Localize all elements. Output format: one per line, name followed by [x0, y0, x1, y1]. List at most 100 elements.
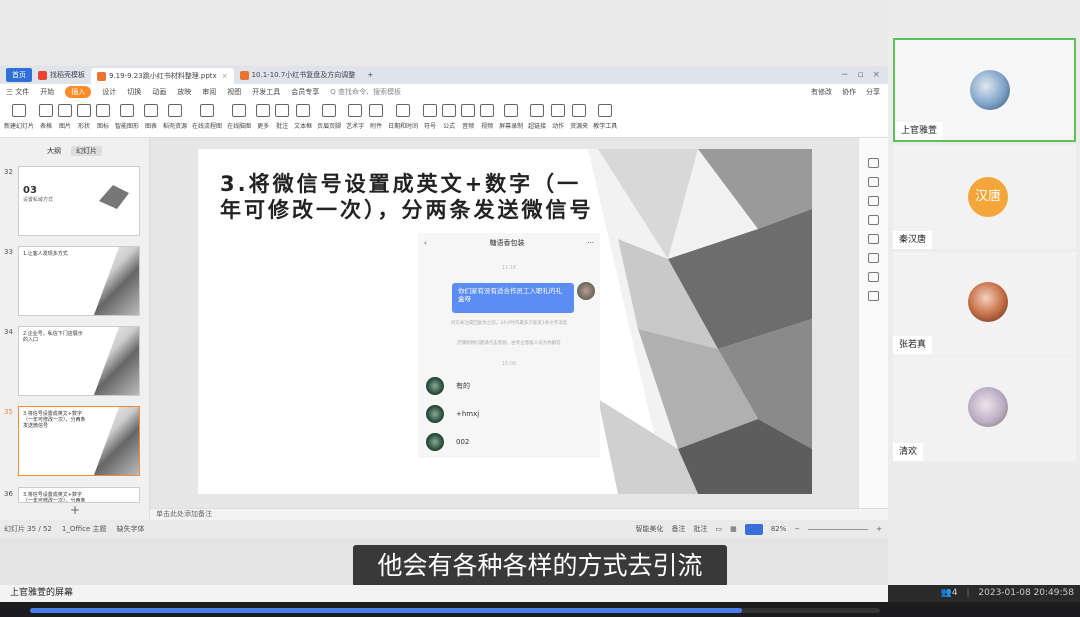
toolbar-item[interactable]: 更多	[256, 104, 271, 130]
grid-view-icon[interactable]: ▦	[730, 525, 737, 533]
menu-insert[interactable]: 插入	[65, 86, 92, 98]
toolbar-item[interactable]: 批注	[275, 104, 290, 130]
toolbar-item[interactable]: 图片	[58, 104, 73, 130]
toolbar-item[interactable]: 图标	[96, 104, 111, 130]
new-tab-button[interactable]: +	[361, 68, 379, 82]
slide-thumbnail-35[interactable]: 3.将信号设置成英文+数字（一年可修改一次），分两条发送微信号	[18, 406, 140, 476]
property-icon[interactable]	[868, 158, 879, 168]
toolbar-item[interactable]: 在线脑图	[227, 104, 251, 130]
toolbar-item[interactable]: 页眉页脚	[317, 104, 341, 130]
toolbar-item[interactable]: 日期和时间	[388, 104, 418, 130]
toolbar-item[interactable]: 稻壳资源	[163, 104, 187, 130]
toolbar-item[interactable]: 图表	[144, 104, 159, 130]
tab-slides[interactable]: 幻灯片	[71, 146, 102, 156]
toolbar-item[interactable]: 资源夹	[570, 104, 588, 130]
normal-view-icon[interactable]: ▭	[715, 525, 722, 533]
meeting-datetime: 2023-01-08 20:49:58	[978, 588, 1074, 598]
participant-tile[interactable]: 汉唐 秦汉唐	[893, 145, 1076, 249]
toolbar-item[interactable]: 智能图形	[115, 104, 139, 130]
menu-member[interactable]: 会员专享	[291, 87, 319, 97]
zoom-out-icon[interactable]: −	[794, 525, 800, 533]
location-icon[interactable]	[868, 253, 879, 263]
tab-outline[interactable]: 大纲	[47, 146, 61, 156]
menu-review[interactable]: 审阅	[202, 87, 216, 97]
toolbar-icon	[200, 104, 215, 117]
close-tab-icon[interactable]: ×	[222, 72, 228, 80]
notes-toggle[interactable]: 备注	[671, 524, 685, 534]
toolbar-icon	[168, 104, 183, 117]
slide-number: 35	[4, 408, 13, 416]
book-icon[interactable]	[868, 272, 879, 282]
theme-name: 1_Office 主题	[61, 525, 107, 533]
tab-current-document[interactable]: 9.19-9.23跳小红书材料整理.pptx ×	[91, 68, 234, 84]
toolbar-item[interactable]: 附件	[369, 104, 384, 130]
smart-beautify[interactable]: 智能美化	[635, 524, 663, 534]
toolbar-item[interactable]: 文本框	[294, 104, 312, 130]
zoom-level[interactable]: 82%	[771, 525, 787, 533]
notes-area[interactable]: 单击此处添加备注	[150, 508, 888, 520]
toolbar-item[interactable]: 艺术字	[346, 104, 364, 130]
slide-thumbnail-33[interactable]: 1.让客人发现多方式	[18, 246, 140, 316]
participant-name: 张若真	[893, 336, 933, 354]
toolbar-item[interactable]: 形状	[77, 104, 92, 130]
menu-start[interactable]: 开始	[40, 87, 54, 97]
slide-number: 34	[4, 328, 13, 336]
toolbar-item[interactable]: 符号	[423, 104, 438, 130]
menu-design[interactable]: 设计	[102, 87, 116, 97]
participant-tile[interactable]: 上官雅萱	[893, 38, 1076, 142]
play-slideshow-button[interactable]	[744, 523, 763, 535]
tab-bar: 首页 找稻壳模板 9.19-9.23跳小红书材料整理.pptx × 10.1-10…	[0, 66, 888, 84]
collaborate-button[interactable]: 协作	[842, 87, 856, 97]
toolbar-icon	[504, 104, 519, 117]
toolbar-label: 资源夹	[570, 123, 589, 130]
ppt-icon	[239, 70, 249, 80]
menu-transition[interactable]: 切换	[127, 87, 141, 97]
toolbar-item[interactable]: 表格	[39, 104, 54, 130]
command-search[interactable]: Q 查找命令、搜索模板	[330, 87, 401, 97]
toolbar-item[interactable]: 新建幻灯片	[4, 104, 34, 130]
tab-home[interactable]: 首页	[6, 68, 32, 82]
adjust-icon[interactable]	[868, 177, 879, 187]
close-icon[interactable]: ×	[872, 70, 880, 80]
phone-screenshot: ‹ 糖语香包装 ··· 11:16 你们家有没有适合作员工入职礼的礼盒呀 对方关…	[418, 233, 600, 458]
slide-title[interactable]: 3.将微信号设置成英文+数字（一年可修改一次），分两条发送微信号	[220, 171, 600, 223]
toolbar-item[interactable]: 动作	[551, 104, 566, 130]
star-icon[interactable]	[868, 196, 879, 206]
layout-icon[interactable]	[868, 215, 879, 225]
toolbar-item[interactable]: 超链接	[528, 104, 546, 130]
menu-developer[interactable]: 开发工具	[252, 87, 280, 97]
minimize-icon[interactable]: −	[841, 70, 849, 80]
slide-thumbnail-34[interactable]: 2.企业号，私信下门店展示的入口	[18, 326, 140, 396]
toolbar-item[interactable]: 在线流程图	[192, 104, 222, 130]
menu-file[interactable]: 三 文件	[6, 87, 29, 97]
current-slide[interactable]: 3.将微信号设置成英文+数字（一年可修改一次），分两条发送微信号 ‹ 糖语香包装…	[198, 149, 812, 494]
settings-icon[interactable]	[868, 291, 879, 301]
zoom-slider[interactable]	[808, 528, 869, 530]
modified-indicator[interactable]: 有修改	[811, 87, 832, 97]
toolbar-item[interactable]: 屏幕录制	[499, 104, 523, 130]
menu-animation[interactable]: 动画	[152, 87, 166, 97]
slide-thumbnail-36[interactable]: 3.将信号设置成英文+数字（一年可修改一次），分两条	[18, 487, 140, 503]
chat-header: ‹ 糖语香包装 ···	[418, 233, 600, 253]
slide-thumbnail-32[interactable]: 03 设置私域方式	[18, 166, 140, 236]
toolbar-label: 日期和时间	[388, 123, 419, 130]
comments-toggle[interactable]: 批注	[693, 524, 707, 534]
tab-template-store[interactable]: 找稻壳模板	[32, 68, 91, 82]
image-icon[interactable]	[868, 234, 879, 244]
share-button[interactable]: 分享	[866, 87, 880, 97]
toolbar-item[interactable]: 公式	[442, 104, 457, 130]
menu-view[interactable]: 视图	[227, 87, 241, 97]
participant-tile[interactable]: 清欢	[893, 357, 1076, 461]
toolbar-item[interactable]: 视频	[480, 104, 495, 130]
participant-tile[interactable]: 张若真	[893, 252, 1076, 356]
menu-slideshow[interactable]: 放映	[177, 87, 191, 97]
tab-second-document[interactable]: 10.1-10.7小红书复盘及方向调整	[234, 68, 362, 82]
missing-font[interactable]: 缺失字体	[116, 524, 144, 534]
reply-text: 有的	[456, 382, 470, 390]
zoom-in-icon[interactable]: +	[876, 525, 882, 533]
restore-icon[interactable]: ▫	[857, 70, 863, 80]
tab-label: 找稻壳模板	[50, 71, 85, 79]
toolbar-item[interactable]: 教学工具	[593, 104, 617, 130]
toolbar-item[interactable]: 音频	[461, 104, 476, 130]
add-slide-button[interactable]: +	[70, 503, 80, 517]
